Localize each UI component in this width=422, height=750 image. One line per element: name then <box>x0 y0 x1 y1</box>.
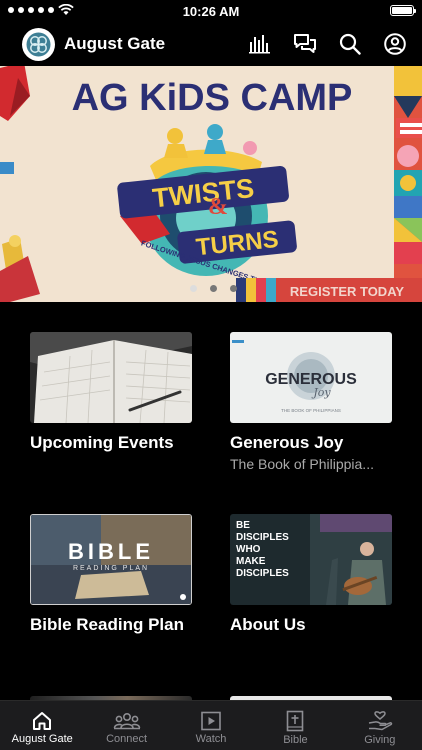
carousel-pager[interactable] <box>190 285 237 292</box>
signal-indicator <box>8 4 74 16</box>
tab-august-gate[interactable]: August Gate <box>0 701 84 750</box>
home-icon <box>33 711 52 730</box>
profile-icon[interactable] <box>382 31 408 57</box>
thumb-bible-title: BIBLE <box>68 539 154 564</box>
card-thumbnail: BIBLE READING PLAN <box>30 514 192 605</box>
app-title: August Gate <box>64 34 166 53</box>
thumb-bible-caption: READING PLAN <box>73 565 149 572</box>
card-title: Upcoming Events <box>30 433 174 452</box>
people-icon <box>113 712 140 729</box>
tab-label: Bible <box>283 733 308 746</box>
battery-icon <box>390 5 416 16</box>
tab-label: Connect <box>106 732 148 745</box>
card-title: About Us <box>230 615 306 634</box>
thumb-about-line: BE <box>236 520 250 531</box>
logo-icon <box>26 32 51 56</box>
card-thumbnail: BE DISCIPLES WHO MAKE DISCIPLES <box>230 514 392 605</box>
chat-icon[interactable] <box>292 31 318 57</box>
thumb-about-line: MAKE <box>236 556 266 567</box>
carousel-dot[interactable] <box>190 285 197 292</box>
card-bible-reading-plan[interactable]: BIBLE READING PLAN Bible Reading Plan <box>30 514 192 635</box>
card-title: Generous Joy <box>230 433 344 452</box>
tab-connect[interactable]: Connect <box>84 701 168 750</box>
giving-icon <box>368 710 393 730</box>
featured-banner[interactable]: AG KiDS CAMP TWISTS & TURNS FOLLOWING JE… <box>0 66 422 302</box>
carousel-dot[interactable] <box>210 285 217 292</box>
tab-giving[interactable]: Giving <box>338 701 422 750</box>
thumb-generous-script: Joy <box>311 386 331 399</box>
thumb-about-line: DISCIPLES <box>236 568 289 579</box>
search-icon[interactable] <box>337 31 363 57</box>
tab-bar: August Gate Connect Watch Bible Giving <box>0 700 422 750</box>
card-thumbnail <box>30 332 192 423</box>
card-thumbnail: GENEROUS Joy THE BOOK OF PHILIPPIANS <box>230 332 392 423</box>
tab-watch[interactable]: Watch <box>169 701 253 750</box>
card-title: Bible Reading Plan <box>30 615 184 634</box>
banner-art-ampersand: & <box>208 194 228 220</box>
wifi-icon <box>58 4 74 15</box>
app-header: August Gate <box>0 22 422 66</box>
thumb-generous-title: GENEROUS <box>265 371 357 388</box>
card-generous-joy[interactable]: GENEROUS Joy THE BOOK OF PHILIPPIANS Gen… <box>230 332 392 472</box>
status-bar: 10:26 AM <box>0 0 422 22</box>
card-upcoming-events[interactable]: Upcoming Events <box>30 332 192 453</box>
card-subtitle: The Book of Philippia... <box>230 456 374 472</box>
thumb-generous-caption: THE BOOK OF PHILIPPIANS <box>281 408 341 413</box>
play-icon <box>201 711 221 730</box>
card-about-us[interactable]: BE DISCIPLES WHO MAKE DISCIPLES About Us <box>230 514 392 635</box>
tab-label: Watch <box>195 732 227 745</box>
banner-headline: AG KiDS CAMP <box>72 77 353 119</box>
tab-label: August Gate <box>11 732 73 745</box>
tab-bible[interactable]: Bible <box>253 701 337 750</box>
status-time: 10:26 AM <box>182 3 240 19</box>
thumb-about-line: WHO <box>236 544 261 555</box>
tab-label: Giving <box>364 733 396 746</box>
bible-icon <box>287 710 304 731</box>
church-logo[interactable] <box>22 27 55 61</box>
audio-bars-icon[interactable] <box>247 31 273 57</box>
thumb-about-line: DISCIPLES <box>236 532 289 543</box>
carousel-dot[interactable] <box>230 285 237 292</box>
register-label: REGISTER TODAY <box>290 284 404 299</box>
banner-artwork: AG KiDS CAMP TWISTS & TURNS FOLLOWING JE… <box>0 66 422 302</box>
